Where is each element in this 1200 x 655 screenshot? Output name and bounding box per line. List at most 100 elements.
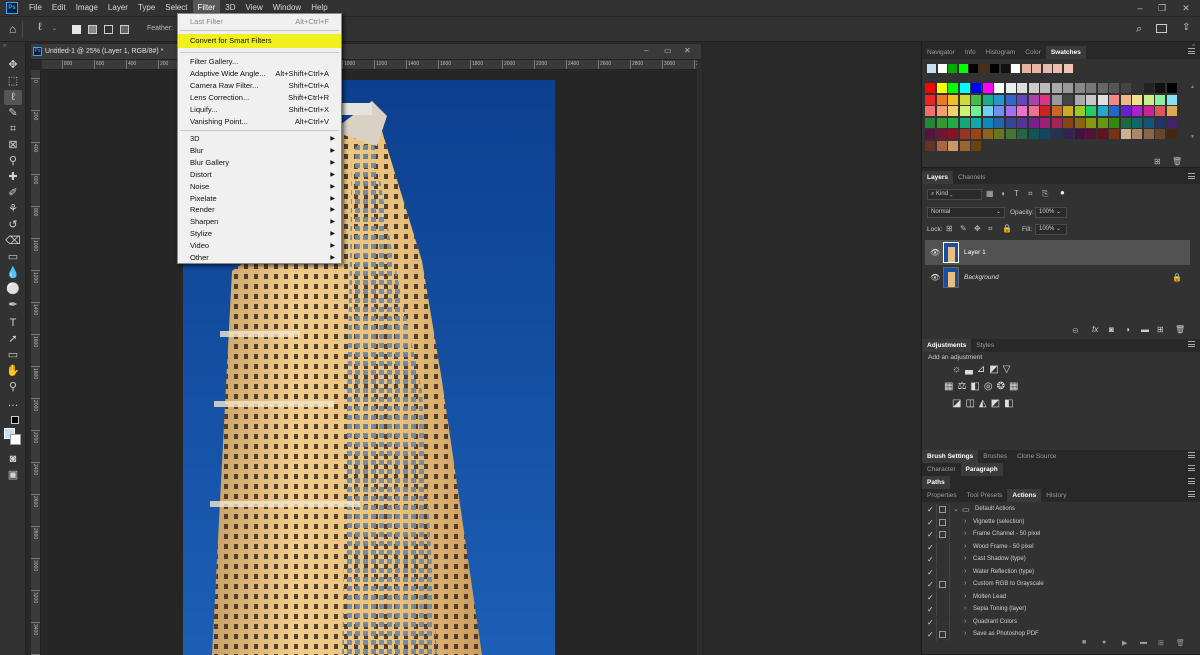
close-icon[interactable]: ✕	[1176, 0, 1196, 16]
gradient-map-icon[interactable]: ◩	[991, 398, 1004, 409]
chevron-right-icon[interactable]: ›	[964, 543, 966, 550]
layer-name[interactable]: Layer 1	[964, 249, 986, 256]
swatch[interactable]	[936, 94, 947, 105]
new-action-icon[interactable]: ⊞	[1158, 639, 1164, 647]
tab-navigator[interactable]: Navigator	[922, 46, 960, 59]
swatch[interactable]	[948, 94, 958, 105]
swatch[interactable]	[936, 106, 947, 116]
swatch[interactable]	[1086, 117, 1096, 128]
brush-tool-icon[interactable]: ✐	[4, 186, 22, 201]
chevron-right-icon[interactable]: ›	[964, 530, 966, 537]
chevron-down-icon[interactable]: ⌄	[52, 25, 57, 32]
eyedropper-tool-icon[interactable]: ⚲	[4, 154, 22, 169]
vertical-scrollbar[interactable]	[697, 60, 702, 655]
document-tab[interactable]: Ps Untitled-1 @ 25% (Layer 1, RGB/8#) * …	[31, 44, 701, 60]
menu-item-camera-raw-filter[interactable]: Camera Raw Filter... Shift+Ctrl+A	[178, 80, 341, 92]
swatch[interactable]	[1166, 129, 1177, 139]
shape-filter-icon[interactable]: ⌗	[1028, 189, 1033, 199]
swatch[interactable]	[1063, 94, 1073, 105]
panel-menu-icon[interactable]	[1188, 452, 1195, 458]
lock-artboard-icon[interactable]: ⌗	[988, 224, 993, 234]
fx-icon[interactable]: fx	[1092, 325, 1098, 334]
action-row[interactable]: ✓ › Cast Shadow (type)	[925, 554, 1190, 567]
menu-item-noise[interactable]: Noise ▶	[178, 181, 341, 193]
swatch[interactable]	[1017, 94, 1027, 105]
swatch[interactable]	[1143, 94, 1154, 105]
menu-edit[interactable]: Edit	[47, 0, 71, 16]
check-icon[interactable]: ✓	[927, 505, 934, 514]
swatch[interactable]	[925, 106, 935, 116]
adjustment-row-1[interactable]: ☼▃⊿◩▽	[952, 364, 1014, 375]
dialog-toggle-icon[interactable]	[939, 531, 946, 538]
chevron-right-icon[interactable]: ›	[964, 618, 966, 625]
check-icon[interactable]: ✓	[927, 568, 934, 577]
kind-filter-dropdown[interactable]: ⌕ Kind ⌄	[927, 189, 982, 200]
layer-row-layer1[interactable]: 👁 Layer 1	[925, 240, 1190, 265]
swatch[interactable]	[1120, 129, 1131, 139]
swatch[interactable]	[971, 129, 981, 139]
swatch[interactable]	[1109, 106, 1119, 116]
workspace-icon[interactable]	[1156, 24, 1167, 33]
selective-color-icon[interactable]: ◧	[1004, 398, 1017, 409]
action-row[interactable]: ✓ › Sepia Toning (layer)	[925, 604, 1190, 617]
crop-tool-icon[interactable]: ⌗	[4, 122, 22, 137]
swatch[interactable]	[1063, 117, 1073, 128]
menu-item-render[interactable]: Render ▶	[178, 204, 341, 216]
swatch[interactable]	[1143, 106, 1154, 116]
swatch[interactable]	[1120, 83, 1131, 93]
action-set-row[interactable]: ✓ ⌄ ▭ Default Actions	[925, 504, 1190, 517]
dialog-toggle-icon[interactable]	[939, 581, 946, 588]
swatch[interactable]	[1051, 117, 1062, 128]
swatch[interactable]	[1097, 129, 1108, 139]
menu-item-stylize[interactable]: Stylize ▶	[178, 228, 341, 240]
menu-item-sharpen[interactable]: Sharpen ▶	[178, 216, 341, 228]
swatch[interactable]	[1132, 94, 1142, 105]
marquee-tool-icon[interactable]: ⬚	[4, 74, 22, 89]
pen-tool-icon[interactable]: ✒	[4, 298, 22, 313]
swatch[interactable]	[936, 117, 947, 128]
chevron-right-icon[interactable]: ›	[964, 593, 966, 600]
panel-menu-icon[interactable]	[1188, 478, 1195, 484]
menu-item-3d[interactable]: 3D ▶	[178, 133, 341, 145]
swatch[interactable]	[948, 64, 957, 73]
swatch[interactable]	[1143, 117, 1154, 128]
chevron-right-icon[interactable]: ›	[964, 580, 966, 587]
swatch[interactable]	[959, 140, 970, 151]
new-layer-icon[interactable]: ⊞	[1157, 325, 1164, 334]
zoom-tool-icon[interactable]: ⚲	[4, 380, 22, 395]
scroll-down-icon[interactable]: ▼	[1190, 134, 1195, 140]
check-icon[interactable]: ✓	[927, 580, 934, 589]
swatch[interactable]	[994, 129, 1004, 139]
menu-item-lens-correction[interactable]: Lens Correction... Shift+Ctrl+R	[178, 92, 341, 104]
fill-field[interactable]: 100% ⌄	[1035, 224, 1067, 235]
panel-menu-icon[interactable]	[1188, 465, 1195, 471]
swatch[interactable]	[1120, 94, 1131, 105]
menu-item-blur-gallery[interactable]: Blur Gallery ▶	[178, 157, 341, 169]
layer-row-background[interactable]: 👁 Background 🔒	[925, 265, 1190, 290]
swatch[interactable]	[1005, 117, 1016, 128]
background-color-swatch[interactable]	[10, 434, 21, 445]
hand-tool-icon[interactable]: ✋	[4, 364, 22, 379]
path-selection-tool-icon[interactable]: ➚	[4, 332, 22, 347]
swatch[interactable]	[1074, 94, 1085, 105]
chevron-right-icon[interactable]: ›	[964, 568, 966, 575]
swatch[interactable]	[979, 64, 989, 73]
swatch[interactable]	[1132, 117, 1142, 128]
swatch[interactable]	[1063, 129, 1073, 139]
adjustment-row-2[interactable]: ▦⚖◧◎❂▦	[944, 381, 1022, 392]
photoshop-logo-icon[interactable]: Ps	[6, 2, 18, 14]
dialog-toggle-icon[interactable]	[939, 506, 946, 513]
swatch[interactable]	[1028, 129, 1039, 139]
black-white-icon[interactable]: ◧	[970, 381, 983, 392]
swatch[interactable]	[1155, 94, 1165, 105]
chevron-right-icon[interactable]: ›	[964, 605, 966, 612]
panel-menu-icon[interactable]	[1188, 173, 1195, 179]
swatch[interactable]	[959, 83, 970, 93]
tab-brushes[interactable]: Brushes	[978, 450, 1012, 463]
check-icon[interactable]: ✓	[927, 518, 934, 527]
menu-item-pixelate[interactable]: Pixelate ▶	[178, 193, 341, 205]
swatch[interactable]	[1166, 83, 1177, 93]
eraser-tool-icon[interactable]: ⌫	[4, 234, 22, 249]
action-row[interactable]: ✓ › Quadrant Colors	[925, 616, 1190, 630]
swatch[interactable]	[982, 83, 993, 93]
